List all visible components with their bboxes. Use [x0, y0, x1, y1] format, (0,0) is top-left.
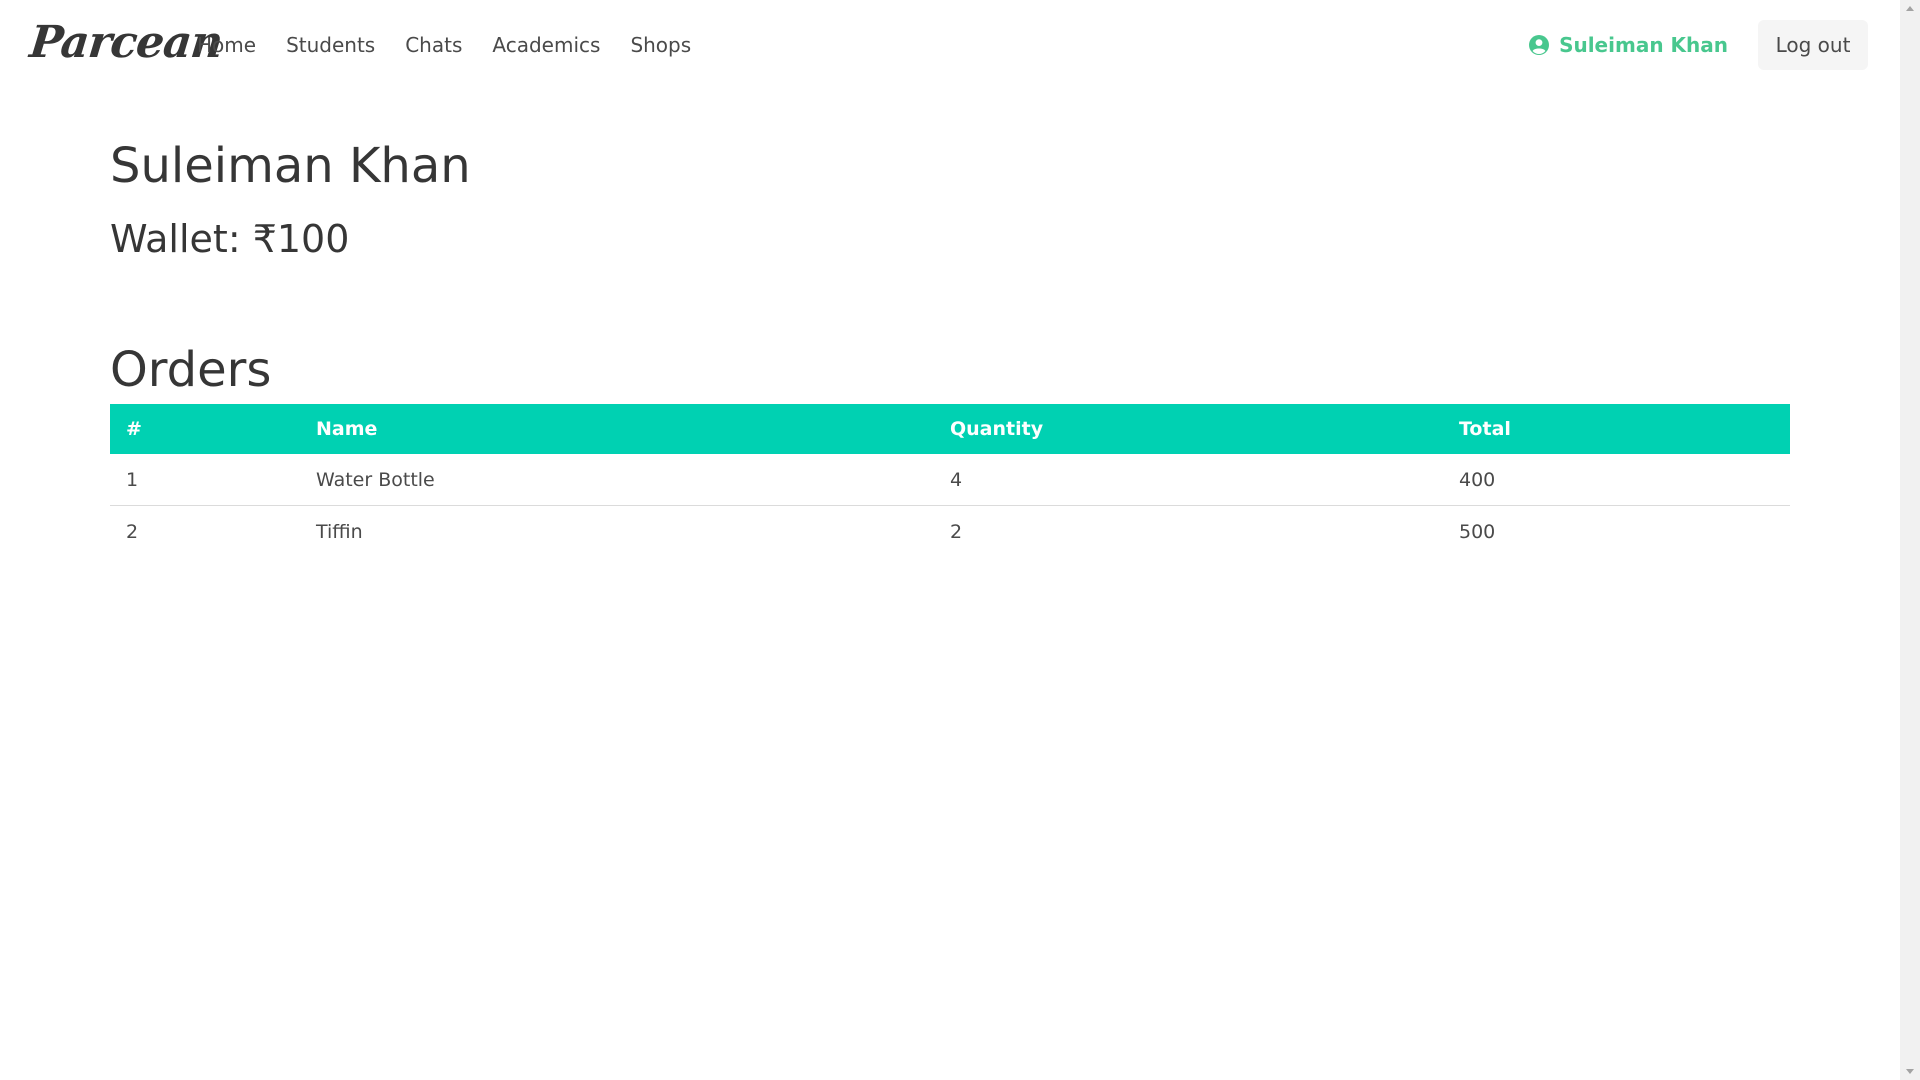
main-content: Suleiman Khan Wallet: ₹100 Orders # Name…: [110, 130, 1790, 557]
nav-link-shops[interactable]: Shops: [615, 30, 706, 60]
orders-title: Orders: [110, 342, 272, 398]
user-profile-link[interactable]: Suleiman Khan: [1529, 33, 1728, 57]
user-circle-icon: [1529, 35, 1550, 55]
scroll-up-arrow-icon[interactable]: [1906, 6, 1914, 11]
cell-name: Tiffin: [316, 520, 363, 543]
page-title: Suleiman Khan: [110, 138, 471, 194]
table-row: 2 Tiffin 2 500: [110, 506, 1790, 558]
column-header-total: Total: [1459, 418, 1511, 440]
column-header-name: Name: [316, 418, 378, 440]
nav-link-chats[interactable]: Chats: [390, 30, 477, 60]
column-header-quantity: Quantity: [950, 418, 1044, 440]
wallet-balance: Wallet: ₹100: [110, 217, 350, 261]
cell-quantity: 2: [950, 520, 963, 543]
cell-total: 500: [1459, 520, 1496, 543]
logout-button[interactable]: Log out: [1758, 20, 1868, 70]
nav-link-academics[interactable]: Academics: [477, 30, 615, 60]
cell-number: 1: [110, 454, 300, 506]
user-name: Suleiman Khan: [1559, 33, 1728, 57]
scroll-down-arrow-icon[interactable]: [1906, 1069, 1914, 1074]
column-header-number: #: [126, 418, 142, 440]
table-row: 1 Water Bottle 4 400: [110, 454, 1790, 506]
nav-right: Suleiman Khan Log out: [1529, 20, 1868, 70]
navbar: Parcean Home Students Chats Academics Sh…: [0, 0, 1900, 92]
cell-total: 400: [1443, 454, 1790, 506]
vertical-scrollbar[interactable]: [1900, 0, 1920, 1080]
cell-name: Water Bottle: [300, 454, 934, 506]
cell-number: 2: [126, 520, 139, 543]
nav-links: Home Students Chats Academics Shops: [182, 30, 706, 60]
cell-quantity: 4: [934, 454, 1443, 506]
orders-table: # Name Quantity Total 1 Water Bottle 4 4…: [110, 404, 1790, 557]
nav-link-home[interactable]: Home: [182, 30, 271, 60]
page: Parcean Home Students Chats Academics Sh…: [0, 0, 1900, 1080]
nav-link-students[interactable]: Students: [271, 30, 390, 60]
table-header-row: # Name Quantity Total: [110, 404, 1790, 454]
